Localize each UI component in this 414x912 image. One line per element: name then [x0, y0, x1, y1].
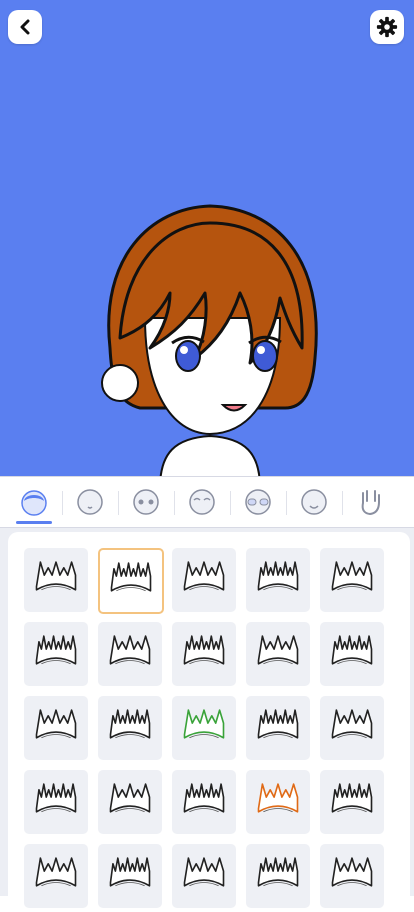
hair-style-icon: [109, 783, 151, 813]
hair-style-tile[interactable]: [246, 770, 310, 834]
hair-style-icon: [257, 783, 299, 813]
hair-style-icon: [109, 709, 151, 739]
hair-style-icon: [35, 709, 77, 739]
hair-style-icon: [35, 783, 77, 813]
settings-button[interactable]: [370, 10, 404, 44]
hair-style-tile[interactable]: [98, 548, 164, 614]
hair-icon: [21, 490, 47, 516]
hair-style-icon: [331, 709, 373, 739]
tab-eyes[interactable]: [122, 481, 170, 523]
hair-style-icon: [183, 709, 225, 739]
hair-style-icon: [109, 857, 151, 887]
hair-style-icon: [331, 857, 373, 887]
tab-pose[interactable]: [346, 481, 394, 523]
hair-style-icon: [35, 635, 77, 665]
hair-style-tile[interactable]: [172, 844, 236, 908]
hair-style-tile[interactable]: [320, 770, 384, 834]
hair-style-tile[interactable]: [98, 696, 162, 760]
gear-icon: [376, 16, 398, 38]
hair-style-icon: [183, 857, 225, 887]
hair-style-tile[interactable]: [24, 548, 88, 612]
hair-style-tile[interactable]: [320, 696, 384, 760]
hair-style-tile[interactable]: [320, 548, 384, 612]
chevron-left-icon: [20, 19, 30, 35]
hair-style-icon: [35, 857, 77, 887]
hair-style-tile[interactable]: [98, 844, 162, 908]
hair-style-icon: [257, 857, 299, 887]
hair-style-tile[interactable]: [24, 696, 88, 760]
hair-style-icon: [331, 635, 373, 665]
character-preview: [0, 0, 414, 480]
hair-style-tile[interactable]: [24, 844, 88, 908]
hair-style-icon: [110, 562, 152, 592]
hair-style-icon: [109, 635, 151, 665]
hair-style-tile[interactable]: [98, 622, 162, 686]
face-icon: [77, 489, 103, 515]
hair-style-tile[interactable]: [246, 844, 310, 908]
hair-style-icon: [183, 561, 225, 591]
hair-style-tile[interactable]: [320, 622, 384, 686]
hair-style-tile[interactable]: [246, 548, 310, 612]
eyebrows-icon: [189, 489, 215, 515]
hair-style-tile[interactable]: [172, 548, 236, 612]
hair-style-icon: [257, 635, 299, 665]
eyes-icon: [133, 489, 159, 515]
hair-style-tile[interactable]: [246, 696, 310, 760]
hair-style-icon: [257, 561, 299, 591]
hair-style-icon: [35, 561, 77, 591]
avatar-character: [101, 204, 318, 480]
hair-style-tile[interactable]: [98, 770, 162, 834]
hair-style-tile[interactable]: [320, 844, 384, 908]
tab-glasses[interactable]: [234, 481, 282, 523]
hand-icon: [361, 490, 380, 516]
hair-style-grid-area: [0, 528, 414, 912]
tab-eyebrows[interactable]: [178, 481, 226, 523]
hair-style-grid: [8, 532, 410, 912]
hair-style-tile[interactable]: [24, 770, 88, 834]
tab-mouth[interactable]: [290, 481, 338, 523]
hair-style-icon: [183, 783, 225, 813]
hair-style-icon: [257, 709, 299, 739]
hair-style-tile[interactable]: [172, 622, 236, 686]
tab-face-shape[interactable]: [66, 481, 114, 523]
category-tab-bar: [0, 476, 414, 528]
mouth-icon: [301, 489, 327, 515]
hair-style-tile[interactable]: [172, 696, 236, 760]
hair-style-icon: [183, 635, 225, 665]
hair-style-tile[interactable]: [24, 622, 88, 686]
hair-style-icon: [331, 783, 373, 813]
glasses-icon: [245, 489, 271, 515]
hair-style-tile[interactable]: [246, 622, 310, 686]
tab-hair[interactable]: [10, 481, 58, 524]
hair-style-tile[interactable]: [172, 770, 236, 834]
back-button[interactable]: [8, 10, 42, 44]
hair-style-icon: [331, 561, 373, 591]
